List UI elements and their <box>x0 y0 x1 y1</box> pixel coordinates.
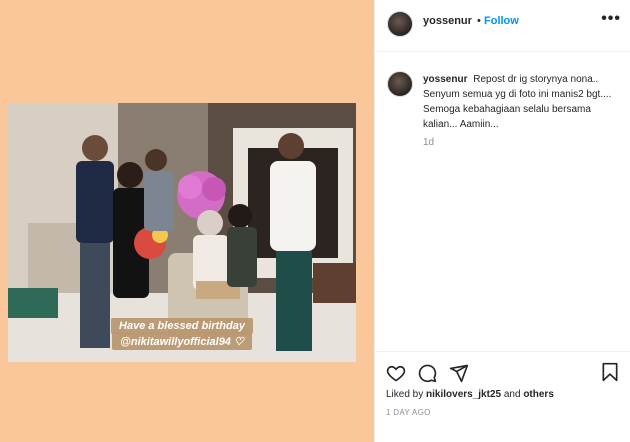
separator-dot: • <box>477 15 481 27</box>
comment-username[interactable]: yossenur <box>423 74 467 85</box>
more-icon[interactable]: ••• <box>601 10 621 28</box>
photo-caption-line2: @nikitawillyofficial94 ♡ <box>8 333 356 350</box>
likes-prefix: Liked by <box>386 389 424 400</box>
likes-and: and <box>503 389 521 400</box>
likes-summary: Liked by nikilovers_jkt25 and others <box>386 389 554 400</box>
comment-body: yossenur Repost dr ig storynya nona.. Se… <box>423 72 623 132</box>
photo-caption-line1: Have a blessed birthday <box>8 318 356 334</box>
avatar[interactable] <box>387 11 413 37</box>
post-date[interactable]: 1 DAY AGO <box>386 408 431 417</box>
share-icon[interactable] <box>449 363 469 383</box>
action-bar <box>375 351 630 391</box>
bookmark-icon[interactable] <box>601 362 619 382</box>
follow-button[interactable]: Follow <box>484 15 519 27</box>
likes-others[interactable]: others <box>523 389 554 400</box>
comment-icon[interactable] <box>417 363 437 383</box>
post-header: yossenur • Follow ••• <box>375 0 630 52</box>
heart-icon[interactable] <box>386 363 406 383</box>
header-username[interactable]: yossenur <box>423 15 472 27</box>
post-sidebar: yossenur • Follow ••• yossenur Repost dr… <box>374 0 630 442</box>
post-photo[interactable]: Have a blessed birthday @nikitawillyoffi… <box>8 103 356 362</box>
likes-user[interactable]: nikilovers_jkt25 <box>426 389 501 400</box>
comment-avatar[interactable] <box>387 71 413 97</box>
post-background: Have a blessed birthday @nikitawillyoffi… <box>0 0 374 442</box>
comment-timestamp: 1d <box>423 137 435 148</box>
